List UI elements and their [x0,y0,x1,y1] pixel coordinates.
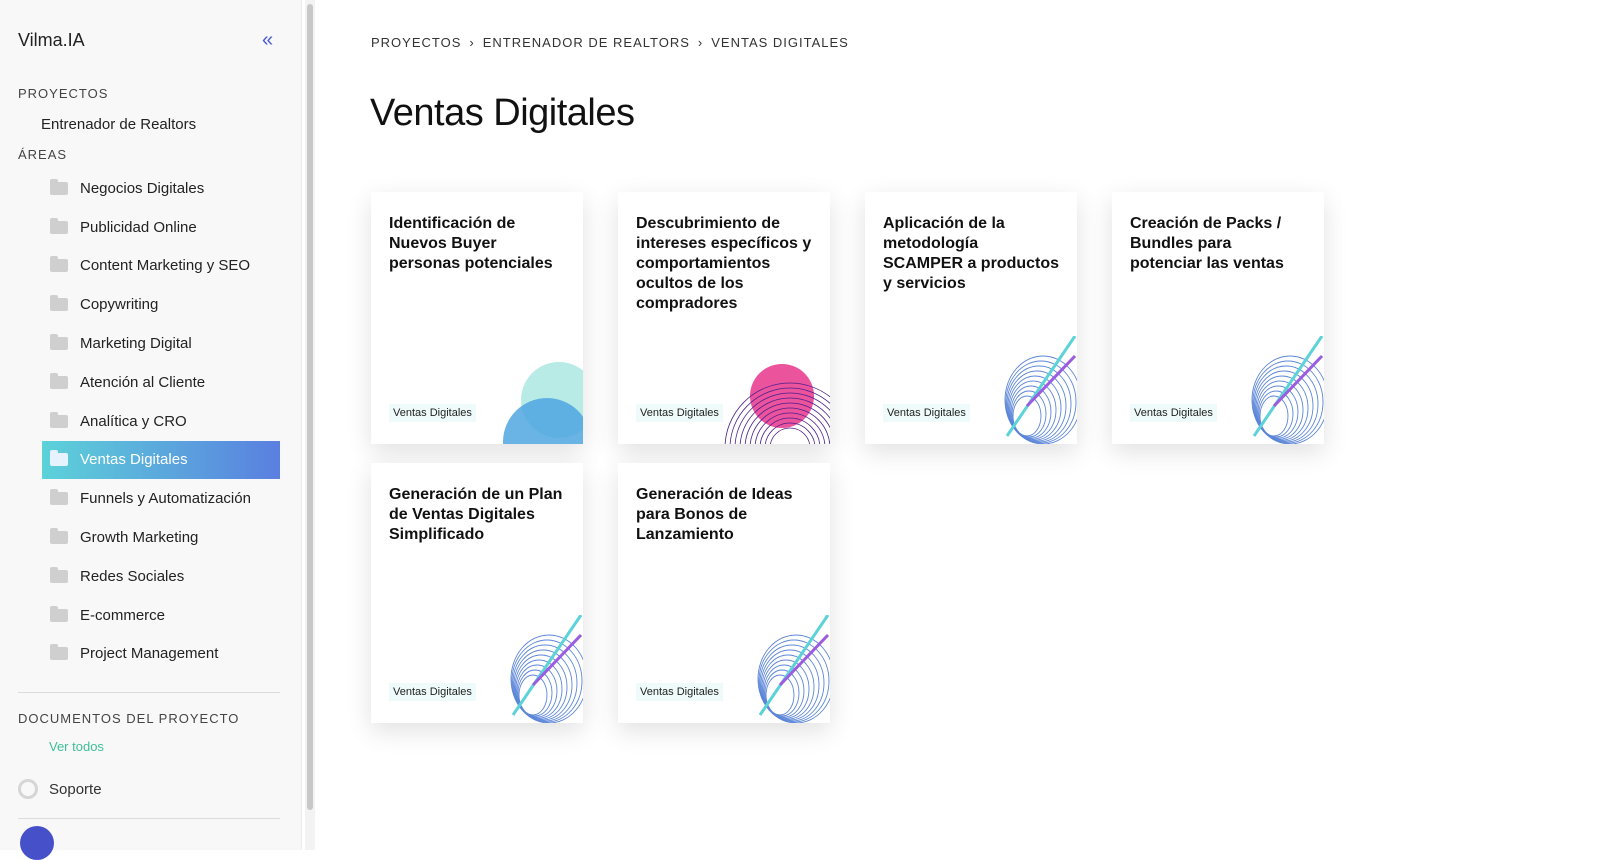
project-link[interactable]: Entrenador de Realtors [41,116,196,133]
sidebar-item-label: Content Marketing y SEO [80,257,251,275]
breadcrumb-projects[interactable]: PROYECTOS [371,35,461,50]
breadcrumb-current: VENTAS DIGITALES [711,35,849,50]
sidebar-item-area[interactable]: E-commerce [42,596,280,635]
sidebar-item-label: Copywriting [80,296,159,314]
card-title: Aplicación de la metodología SCAMPER a p… [883,215,1060,292]
sidebar-item-area[interactable]: Atención al Cliente [42,363,280,402]
folder-icon [50,372,68,389]
avatar[interactable] [20,826,54,860]
divider [18,818,280,819]
card-title: Descubrimiento de intereses específicos … [636,215,812,312]
card-tag: Ventas Digitales [636,404,723,422]
card-title: Identificación de Nuevos Buyer personas … [389,215,553,272]
sidebar-item-label: Project Management [80,645,219,663]
areas-heading: ÁREAS [18,147,68,162]
prompt-card[interactable]: Aplicación de la metodología SCAMPER a p… [865,192,1077,444]
folder-icon [50,334,68,351]
documents-heading: DOCUMENTOS DEL PROYECTO [18,711,240,726]
folder-icon [50,217,68,234]
prompt-card[interactable]: Creación de Packs / Bundles para potenci… [1112,192,1324,444]
card-tag: Ventas Digitales [636,683,723,701]
sidebar-item-area[interactable]: Redes Sociales [42,557,280,596]
sidebar-item-area[interactable]: Growth Marketing [42,518,280,557]
sidebar-item-area[interactable]: Ventas Digitales [42,440,280,480]
folder-icon [50,450,68,467]
projects-heading: PROYECTOS [18,86,109,101]
card-title: Generación de Ideas para Bonos de Lanzam… [636,486,793,543]
see-all-link[interactable]: Ver todos [49,739,104,754]
card-tag: Ventas Digitales [389,683,476,701]
chevron-right-icon: › [469,35,475,50]
divider [18,692,280,693]
prompt-card[interactable]: Generación de Ideas para Bonos de Lanzam… [618,463,830,723]
sidebar-item-area[interactable]: Publicidad Online [42,208,280,247]
support-link[interactable]: Soporte [18,779,102,799]
support-label: Soporte [49,780,102,798]
card-tag: Ventas Digitales [883,404,970,422]
sidebar-item-label: E-commerce [80,606,166,624]
breadcrumb: PROYECTOS › ENTRENADOR DE REALTORS › VENTA… [371,35,849,50]
prompt-card[interactable]: Identificación de Nuevos Buyer personas … [371,192,583,444]
folder-icon [50,644,68,661]
folder-icon [50,528,68,545]
sidebar-item-label: Negocios Digitales [80,179,205,197]
page-title: Ventas Digitales [370,92,635,134]
folder-icon [50,178,68,195]
breadcrumb-project[interactable]: ENTRENADOR DE REALTORS [483,35,690,50]
sidebar-item-label: Publicidad Online [80,218,197,236]
sidebar-item-area[interactable]: Funnels y Automatización [42,479,280,518]
folder-icon [50,256,68,273]
sidebar-scrollbar[interactable] [305,0,315,850]
card-title: Generación de un Plan de Ventas Digitale… [389,486,563,543]
collapse-sidebar-icon[interactable]: « [262,29,273,52]
sidebar-item-label: Analítica y CRO [80,412,187,430]
card-tag: Ventas Digitales [389,404,476,422]
sidebar-item-label: Funnels y Automatización [80,490,251,508]
sidebar-item-area[interactable]: Analítica y CRO [42,402,280,441]
prompt-card[interactable]: Descubrimiento de intereses específicos … [618,192,830,444]
brand-logo: Vilma.IA [18,30,85,50]
sidebar-item-area[interactable]: Content Marketing y SEO [42,247,280,286]
card-tag: Ventas Digitales [1130,404,1217,422]
folder-icon [50,295,68,312]
scrollbar-thumb[interactable] [307,4,313,810]
folder-icon [50,566,68,583]
sidebar-item-area[interactable]: Project Management [42,635,280,674]
sidebar-item-area[interactable]: Copywriting [42,285,280,324]
card-title: Creación de Packs / Bundles para potenci… [1130,215,1284,272]
sidebar: Vilma.IA « PROYECTOS Entrenador de Realt… [0,0,302,860]
sidebar-item-area[interactable]: Marketing Digital [42,324,280,363]
areas-list: Negocios Digitales Publicidad Online Conte… [42,169,280,673]
sidebar-item-label: Growth Marketing [80,529,199,547]
folder-icon [50,411,68,428]
folder-icon [50,489,68,506]
sidebar-item-area[interactable]: Negocios Digitales [42,169,280,208]
chevron-right-icon: › [697,35,704,50]
sidebar-item-label: Ventas Digitales [80,451,188,469]
folder-icon [50,605,68,622]
sidebar-item-label: Atención al Cliente [80,373,206,391]
prompt-card[interactable]: Generación de un Plan de Ventas Digitale… [371,463,583,723]
support-icon [18,779,38,799]
sidebar-item-label: Marketing Digital [80,335,192,353]
sidebar-item-label: Redes Sociales [80,567,185,585]
